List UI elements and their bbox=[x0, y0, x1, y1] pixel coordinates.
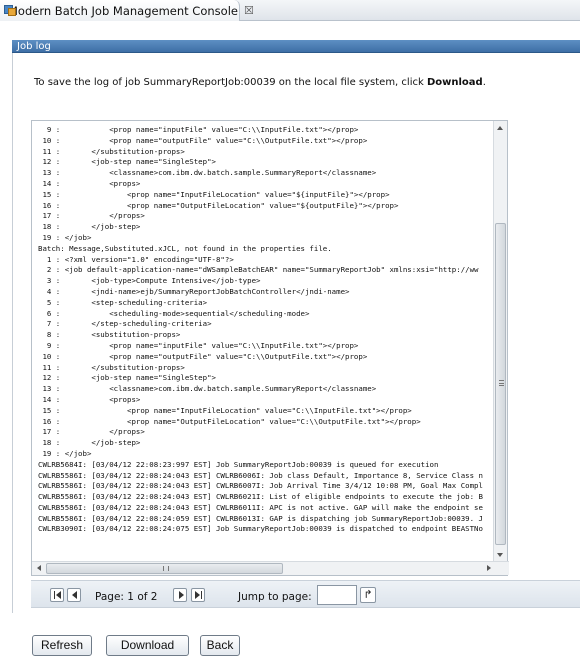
last-page-icon bbox=[195, 591, 200, 599]
log-line: CWLRB5586I: [03/04/12 22:08:24:043 EST] … bbox=[38, 502, 483, 512]
log-line: 15 : <prop name="InputFileLocation" valu… bbox=[38, 189, 390, 199]
refresh-button[interactable]: Refresh bbox=[32, 635, 92, 656]
log-line: 10 : <prop name="outputFile" value="C:\\… bbox=[38, 135, 368, 145]
horizontal-scroll-thumb[interactable] bbox=[46, 563, 283, 574]
grip-icon bbox=[163, 566, 169, 571]
log-line: 1 : <?xml version="1.0" encoding="UTF-8"… bbox=[38, 254, 234, 264]
instruction-prefix: To save the log of job SummaryReportJob:… bbox=[34, 77, 427, 88]
log-line: CWLRB5684I: [03/04/12 22:08:23:997 EST] … bbox=[38, 459, 439, 469]
log-line: CWLRB5586I: [03/04/12 22:08:24:059 EST] … bbox=[38, 513, 483, 523]
log-line: 10 : <prop name="outputFile" value="C:\\… bbox=[38, 351, 368, 361]
horizontal-scrollbar[interactable] bbox=[32, 561, 509, 575]
log-viewer[interactable]: 9 : <prop name="inputFile" value="C:\\In… bbox=[31, 120, 509, 576]
instruction-download-word: Download bbox=[426, 77, 483, 88]
vertical-scroll-thumb[interactable] bbox=[495, 223, 506, 545]
log-line: 17 : </props> bbox=[38, 427, 145, 437]
log-line: 6 : <scheduling-mode>sequential</schedul… bbox=[38, 308, 310, 318]
log-line: 7 : </step-scheduling-criteria> bbox=[38, 319, 212, 329]
log-line: CWLRB5586I: [03/04/12 22:08:24:043 EST] … bbox=[38, 470, 483, 480]
log-line: 14 : <props> bbox=[38, 394, 141, 404]
panel-header: Job log bbox=[12, 40, 580, 53]
log-line: 18 : </job-step> bbox=[38, 438, 141, 448]
previous-icon bbox=[72, 591, 77, 599]
log-line: 13 : <classname>com.ibm.dw.batch.sample.… bbox=[38, 384, 377, 394]
next-icon bbox=[179, 591, 184, 599]
log-line: CWLRB3090I: [03/04/12 22:08:24:075 EST] … bbox=[38, 524, 483, 534]
log-line: 11 : </substitution-props> bbox=[38, 362, 185, 372]
log-line: CWLRB5586I: [03/04/12 22:08:24:043 EST] … bbox=[38, 481, 483, 491]
close-icon[interactable]: ☒ bbox=[244, 4, 254, 17]
go-arrow-icon: ↱ bbox=[363, 588, 373, 601]
console-tab[interactable]: Modern Batch Job Management Console ☒ bbox=[0, 0, 254, 21]
next-page-button[interactable] bbox=[173, 588, 187, 602]
first-page-icon bbox=[54, 591, 55, 599]
panel-title: Job log bbox=[17, 41, 51, 52]
log-line: 13 : <classname>com.ibm.dw.batch.sample.… bbox=[38, 168, 377, 178]
log-line: 2 : <job default-application-name="dWSam… bbox=[38, 265, 479, 275]
last-page-button[interactable] bbox=[191, 588, 205, 602]
log-line: 12 : <job-step name="SingleStep"> bbox=[38, 373, 216, 383]
log-line: 16 : <prop name="OutputFileLocation" val… bbox=[38, 200, 399, 210]
scroll-up-icon[interactable] bbox=[497, 126, 503, 130]
download-button[interactable]: Download bbox=[106, 635, 189, 656]
log-line: 4 : <jndi-name>ejb/SummaryReportJobBatch… bbox=[38, 286, 350, 296]
grip-icon bbox=[499, 380, 504, 386]
tab-title: Modern Batch Job Management Console bbox=[8, 3, 238, 18]
log-line: 18 : </job-step> bbox=[38, 222, 141, 232]
log-line: 9 : <prop name="inputFile" value="C:\\In… bbox=[38, 340, 359, 350]
log-line: 11 : </substitution-props> bbox=[38, 146, 185, 156]
scroll-left-icon[interactable] bbox=[37, 565, 41, 571]
log-line: 15 : <prop name="InputFileLocation" valu… bbox=[38, 405, 412, 415]
log-line: Batch: Message,Substituted.xJCL, not fou… bbox=[38, 243, 332, 253]
pagination-bar: Page: 1 of 2 Jump to page: ↱ bbox=[31, 580, 580, 608]
editor-tab-bar: Modern Batch Job Management Console ☒ bbox=[0, 0, 580, 21]
log-line: 3 : <job-type>Compute Intensive</job-typ… bbox=[38, 276, 261, 286]
vertical-scrollbar[interactable] bbox=[493, 121, 507, 562]
go-to-page-button[interactable]: ↱ bbox=[360, 587, 376, 603]
log-line: 19 : </job> bbox=[38, 232, 92, 242]
log-line: 14 : <props> bbox=[38, 178, 141, 188]
scroll-down-icon[interactable] bbox=[497, 553, 503, 557]
previous-page-button[interactable] bbox=[67, 588, 81, 602]
instruction-suffix: . bbox=[482, 77, 486, 88]
log-line: 17 : </props> bbox=[38, 211, 145, 221]
log-content: 9 : <prop name="inputFile" value="C:\\In… bbox=[38, 125, 494, 561]
log-line: 9 : <prop name="inputFile" value="C:\\In… bbox=[38, 125, 359, 134]
back-button[interactable]: Back bbox=[200, 635, 240, 656]
log-line: 8 : <substitution-props> bbox=[38, 330, 181, 340]
log-line: 5 : <step-scheduling-criteria> bbox=[38, 297, 208, 307]
instruction-text: To save the log of job SummaryReportJob:… bbox=[34, 77, 486, 88]
log-line: 12 : <job-step name="SingleStep"> bbox=[38, 157, 216, 167]
first-page-button[interactable] bbox=[50, 588, 64, 602]
log-line: CWLRB5586I: [03/04/12 22:08:24:043 EST] … bbox=[38, 492, 483, 502]
jump-to-page-input[interactable] bbox=[317, 585, 357, 605]
jump-to-page-label: Jump to page: bbox=[238, 591, 312, 603]
scroll-right-icon[interactable] bbox=[487, 565, 491, 571]
log-line: 19 : </job> bbox=[38, 448, 92, 458]
log-line: 16 : <prop name="OutputFileLocation" val… bbox=[38, 416, 421, 426]
page-indicator: Page: 1 of 2 bbox=[95, 591, 158, 603]
